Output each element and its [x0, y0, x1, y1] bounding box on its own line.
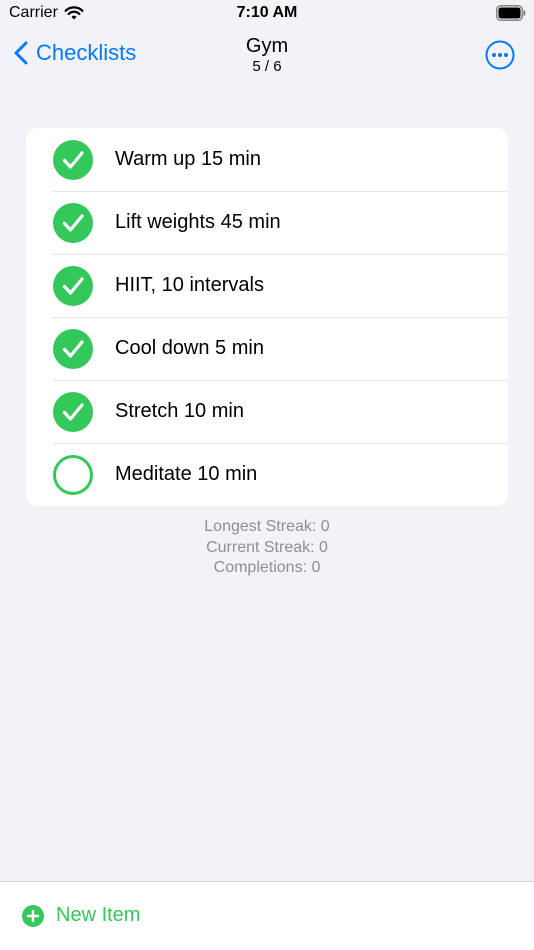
checkmark-circle-filled-icon[interactable] [53, 329, 93, 369]
checklist-item[interactable]: Lift weights 45 min [26, 191, 508, 254]
stats-section: Longest Streak: 0 Current Streak: 0 Comp… [0, 517, 534, 579]
completions-text: Completions: 0 [213, 559, 321, 576]
new-item-button[interactable]: New Item [22, 904, 140, 927]
checkmark-circle-filled-icon[interactable] [53, 203, 93, 243]
new-item-label: New Item [56, 904, 141, 926]
current-streak-text: Current Streak: 0 [206, 538, 328, 556]
status-time: 7:10 AM [236, 4, 298, 21]
checklist-item-label: Cool down 5 min [115, 337, 264, 359]
checklist-item[interactable]: Warm up 15 min [26, 128, 508, 191]
checklist-item[interactable]: HIIT, 10 intervals [26, 254, 508, 317]
checklist-item[interactable]: Meditate 10 min [26, 443, 508, 506]
checklist-item[interactable]: Cool down 5 min [26, 317, 508, 380]
checklist-item-label: Lift weights 45 min [115, 211, 281, 233]
bottom-toolbar: New Item [0, 881, 534, 950]
navigation-bar: Checklists Gym 5 / 6 [0, 28, 534, 88]
checklist-item-label: HIIT, 10 intervals [115, 274, 264, 296]
checklist-card: Warm up 15 min Lift weights 45 min HIIT, 1… [26, 128, 508, 506]
checkmark-circle-filled-icon[interactable] [53, 266, 93, 306]
checklist-item-label: Warm up 15 min [115, 148, 261, 170]
checkmark-circle-filled-icon[interactable] [53, 392, 93, 432]
status-bar: Carrier 7:10 AM [0, 0, 534, 28]
plus-circle-icon [22, 904, 44, 927]
checklist-item[interactable]: Stretch 10 min [26, 380, 508, 443]
page-title: Gym [245, 35, 289, 57]
ellipsis-circle-icon[interactable] [484, 39, 516, 71]
checkmark-circle-filled-icon[interactable] [53, 140, 93, 180]
empty-circle-icon[interactable] [53, 455, 93, 495]
checklist-item-label: Stretch 10 min [115, 400, 244, 422]
progress-subtitle: 5 / 6 [252, 58, 282, 75]
nav-title-group: Gym 5 / 6 [0, 34, 534, 76]
longest-streak-text: Longest Streak: 0 [204, 518, 330, 535]
checklist-item-label: Meditate 10 min [115, 463, 258, 485]
battery-full-icon [496, 5, 526, 21]
